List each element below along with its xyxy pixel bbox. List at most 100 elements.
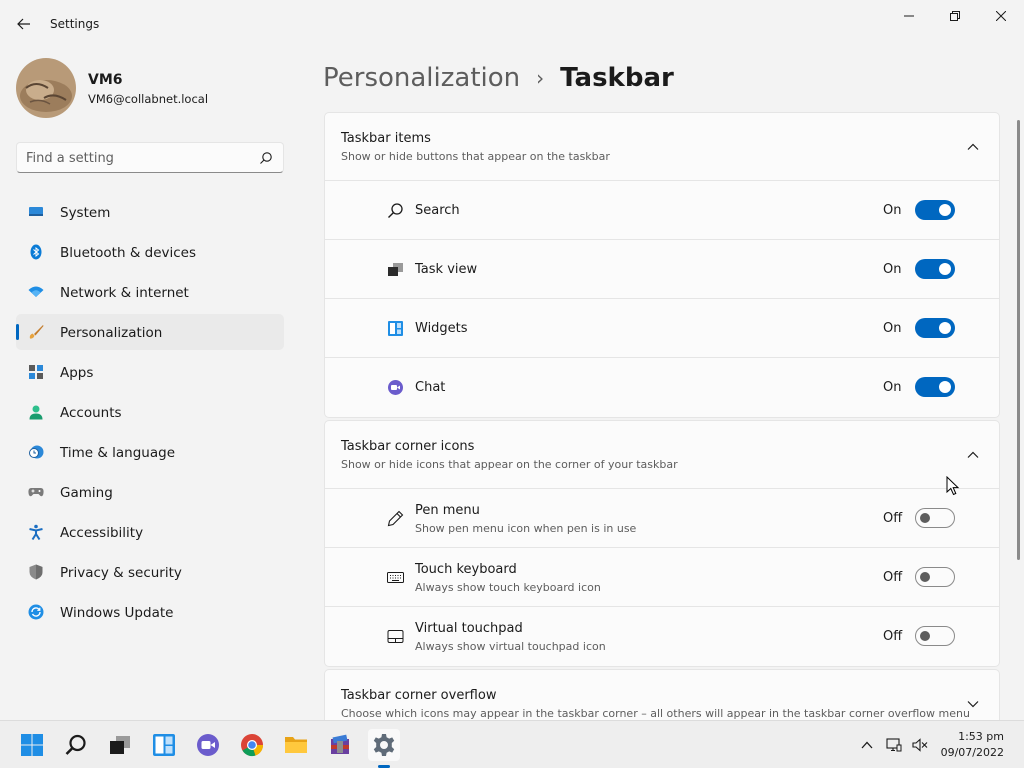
- start-button[interactable]: [16, 729, 48, 761]
- row-label: Chat: [415, 380, 446, 395]
- sidebar-item-label: Network & internet: [60, 285, 189, 301]
- taskbar-app-button[interactable]: [324, 729, 356, 761]
- accessibility-icon: [29, 524, 43, 540]
- section-title: Taskbar corner icons: [341, 439, 475, 454]
- keyboard-icon: [387, 572, 404, 583]
- restore-icon: [950, 11, 960, 21]
- monitor-icon: [29, 207, 43, 216]
- clock-globe-icon: [29, 445, 44, 459]
- taskbar-clock-time[interactable]: 1:53 pm: [940, 730, 1004, 743]
- sidebar-item-time-language[interactable]: Time & language: [16, 434, 284, 470]
- sidebar-item-gaming[interactable]: Gaming: [16, 474, 284, 510]
- virtual-touchpad-toggle[interactable]: [915, 626, 955, 646]
- taskbar-item-task-view: Task view On: [325, 240, 999, 299]
- apps-icon: [29, 365, 43, 379]
- sidebar-item-apps[interactable]: Apps: [16, 354, 284, 390]
- search-icon[interactable]: [259, 151, 273, 165]
- search-input[interactable]: [26, 149, 246, 167]
- scrollbar[interactable]: [1017, 120, 1020, 560]
- taskbar-clock-date[interactable]: 09/07/2022: [940, 746, 1004, 759]
- task-view-icon: [388, 263, 403, 276]
- pen-icon: [387, 510, 404, 527]
- brush-icon: [29, 325, 44, 339]
- back-button[interactable]: [10, 10, 38, 38]
- close-icon: [996, 11, 1006, 21]
- chat-toggle[interactable]: [915, 377, 955, 397]
- sidebar-item-bluetooth[interactable]: Bluetooth & devices: [16, 234, 284, 270]
- task-view-icon: [110, 736, 130, 754]
- taskbar-task-view-button[interactable]: [104, 729, 136, 761]
- folder-icon: [285, 737, 307, 753]
- touch-keyboard-toggle[interactable]: [915, 567, 955, 587]
- breadcrumb-parent[interactable]: Personalization: [323, 63, 520, 93]
- chevron-up-icon[interactable]: [965, 139, 981, 155]
- restore-button[interactable]: [932, 4, 978, 28]
- row-description: Show pen menu icon when pen is in use: [415, 522, 637, 535]
- wifi-icon: [28, 286, 44, 297]
- taskbar-widgets-button[interactable]: [148, 729, 180, 761]
- windows-logo-icon: [21, 734, 43, 756]
- taskbar-search-button[interactable]: [60, 729, 92, 761]
- sidebar-item-windows-update[interactable]: Windows Update: [16, 594, 284, 630]
- chevron-down-icon[interactable]: [965, 696, 981, 712]
- user-profile[interactable]: VM6 VM6@collabnet.local: [16, 58, 284, 118]
- chat-icon: [388, 380, 403, 395]
- archive-app-icon: [331, 734, 349, 754]
- toggle-state-text: Off: [883, 511, 903, 526]
- close-button[interactable]: [978, 4, 1024, 28]
- chat-icon: [197, 734, 219, 756]
- sidebar-item-label: Gaming: [60, 485, 113, 501]
- taskbar-settings-button[interactable]: [368, 729, 400, 761]
- sidebar-item-system[interactable]: System: [16, 194, 284, 230]
- speaker-muted-icon: [912, 738, 928, 752]
- gamepad-icon: [28, 488, 44, 497]
- pen-menu-toggle[interactable]: [915, 508, 955, 528]
- sidebar-item-label: Windows Update: [60, 605, 174, 621]
- avatar: [16, 58, 76, 118]
- widgets-toggle[interactable]: [915, 318, 955, 338]
- row-label: Pen menu: [415, 503, 480, 518]
- widgets-icon: [388, 321, 403, 336]
- tray-network-button[interactable]: [886, 737, 902, 753]
- widgets-icon: [153, 734, 175, 756]
- corner-icons-header[interactable]: Taskbar corner icons Show or hide icons …: [325, 421, 999, 489]
- mouse-cursor-icon: [946, 476, 960, 496]
- row-label: Virtual touchpad: [415, 621, 523, 636]
- row-label: Task view: [415, 262, 478, 277]
- sidebar-item-label: Apps: [60, 365, 94, 381]
- taskbar-item-widgets: Widgets On: [325, 299, 999, 358]
- row-description: Always show virtual touchpad icon: [415, 640, 606, 653]
- touchpad-icon: [387, 630, 404, 643]
- sidebar-item-label: Bluetooth & devices: [60, 245, 197, 261]
- sidebar-item-label: System: [60, 205, 111, 221]
- sidebar-item-network[interactable]: Network & internet: [16, 274, 284, 310]
- toggle-state-text: Off: [883, 570, 903, 585]
- taskbar-item-chat: Chat On: [325, 358, 999, 417]
- taskbar-file-explorer-button[interactable]: [280, 729, 312, 761]
- taskbar-chat-button[interactable]: [192, 729, 224, 761]
- sidebar-item-privacy-security[interactable]: Privacy & security: [16, 554, 284, 590]
- tray-volume-button[interactable]: [912, 737, 928, 753]
- sidebar-item-personalization[interactable]: Personalization: [16, 314, 284, 350]
- sidebar-item-label: Accounts: [60, 405, 122, 421]
- taskbar-items-header[interactable]: Taskbar items Show or hide buttons that …: [325, 113, 999, 181]
- search-icon: [65, 734, 86, 755]
- sidebar-item-accounts[interactable]: Accounts: [16, 394, 284, 430]
- corner-icon-touch-keyboard: Touch keyboard Always show touch keyboar…: [325, 548, 999, 607]
- tray-overflow-button[interactable]: [859, 737, 875, 753]
- corner-icons-section: Taskbar corner icons Show or hide icons …: [324, 420, 1000, 667]
- search-box[interactable]: [16, 142, 284, 173]
- minimize-button[interactable]: [886, 4, 932, 28]
- taskbar-chrome-button[interactable]: [236, 729, 268, 761]
- sidebar-item-accessibility[interactable]: Accessibility: [16, 514, 284, 550]
- task-view-toggle[interactable]: [915, 259, 955, 279]
- breadcrumb: Personalization › Taskbar: [323, 58, 674, 98]
- toggle-state-text: On: [883, 203, 902, 218]
- chevron-up-icon[interactable]: [965, 447, 981, 463]
- cat-photo-icon: [16, 58, 76, 118]
- search-toggle[interactable]: [915, 200, 955, 220]
- chevron-up-icon: [861, 741, 873, 749]
- title-bar: Settings: [0, 0, 1024, 48]
- taskbar-item-search: Search On: [325, 181, 999, 240]
- sidebar-item-label: Privacy & security: [60, 565, 182, 581]
